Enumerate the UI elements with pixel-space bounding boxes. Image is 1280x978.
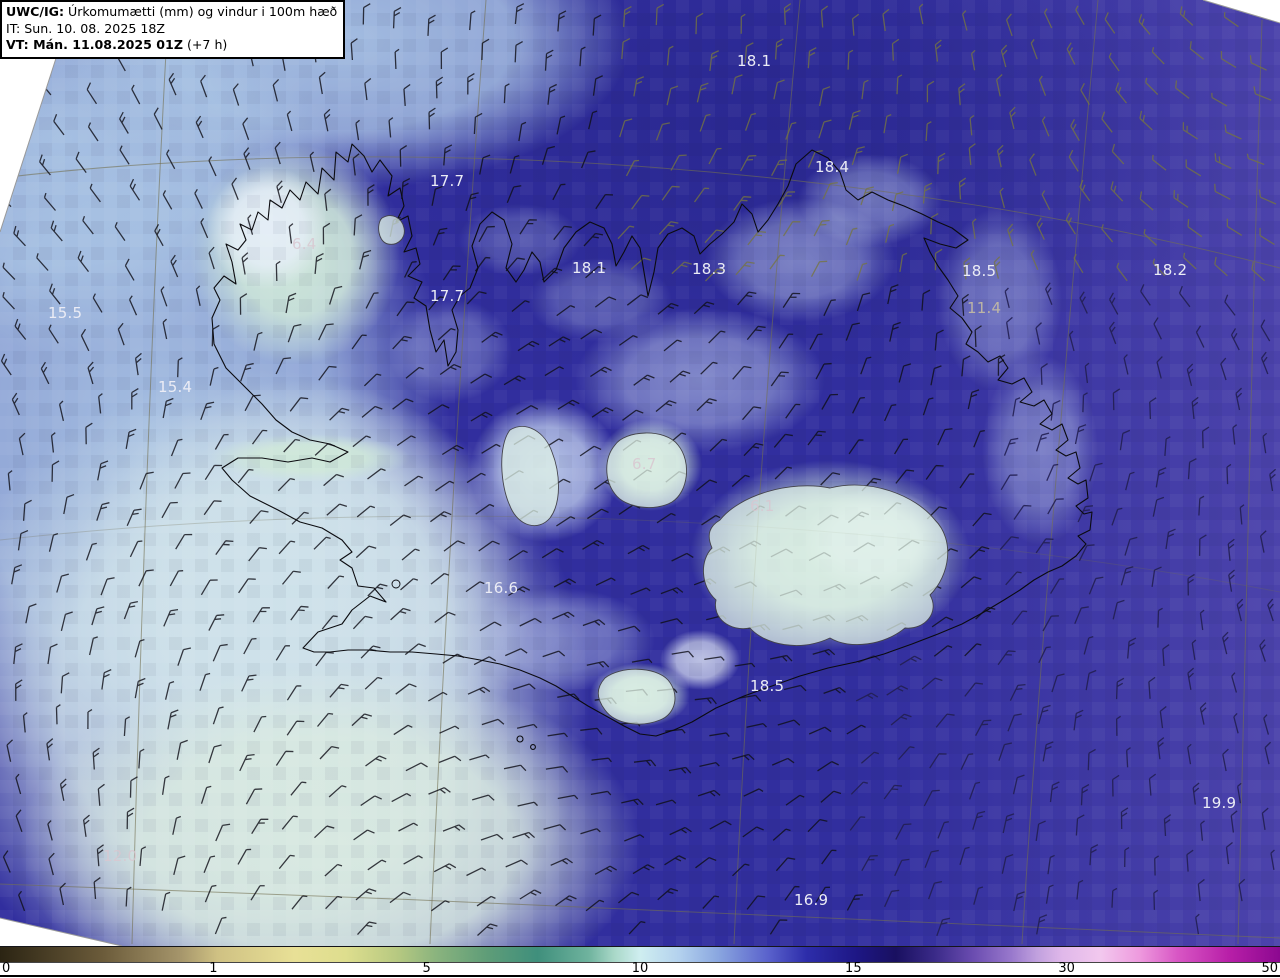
colorbar-tick: 50	[1261, 961, 1278, 976]
colorbar: 0 1 5 10 15 30 50	[0, 946, 1280, 978]
product-name: Úrkomumætti (mm) og vindur i 100m hæð	[64, 4, 338, 19]
precip-wind-field	[0, 0, 1280, 946]
colorbar-tick: 10	[631, 961, 649, 976]
colorbar-tick: 30	[1058, 961, 1075, 976]
colorbar-tick: 5	[422, 961, 431, 976]
product-line: UWC/IG: Úrkomumætti (mm) og vindur i 100…	[6, 4, 337, 21]
valid-time: VT: Mán. 11.08.2025 01Z (+7 h)	[6, 37, 228, 53]
map-canvas: 18.1 17.7 18.4 6.4 18.1 18.3 18.5 18.2 17.7 11.4 1…	[0, 0, 1280, 946]
colorbar-tick: 15	[845, 961, 862, 976]
weather-map-screenshot: 18.1 17.7 18.4 6.4 18.1 18.3 18.5 18.2 17.7 11.4 1…	[0, 0, 1280, 978]
colorbar-tick-labels: 0 1 5 10 15 30 50	[0, 961, 1280, 977]
map-title-box: UWC/IG: Úrkomumætti (mm) og vindur i 100…	[0, 0, 346, 59]
colorbar-tick: 1	[209, 961, 218, 976]
init-time: IT: Sun. 10. 08. 2025 18Z	[6, 20, 166, 36]
product-id: UWC/IG:	[6, 4, 65, 19]
colorbar-tick: 0	[2, 961, 11, 976]
